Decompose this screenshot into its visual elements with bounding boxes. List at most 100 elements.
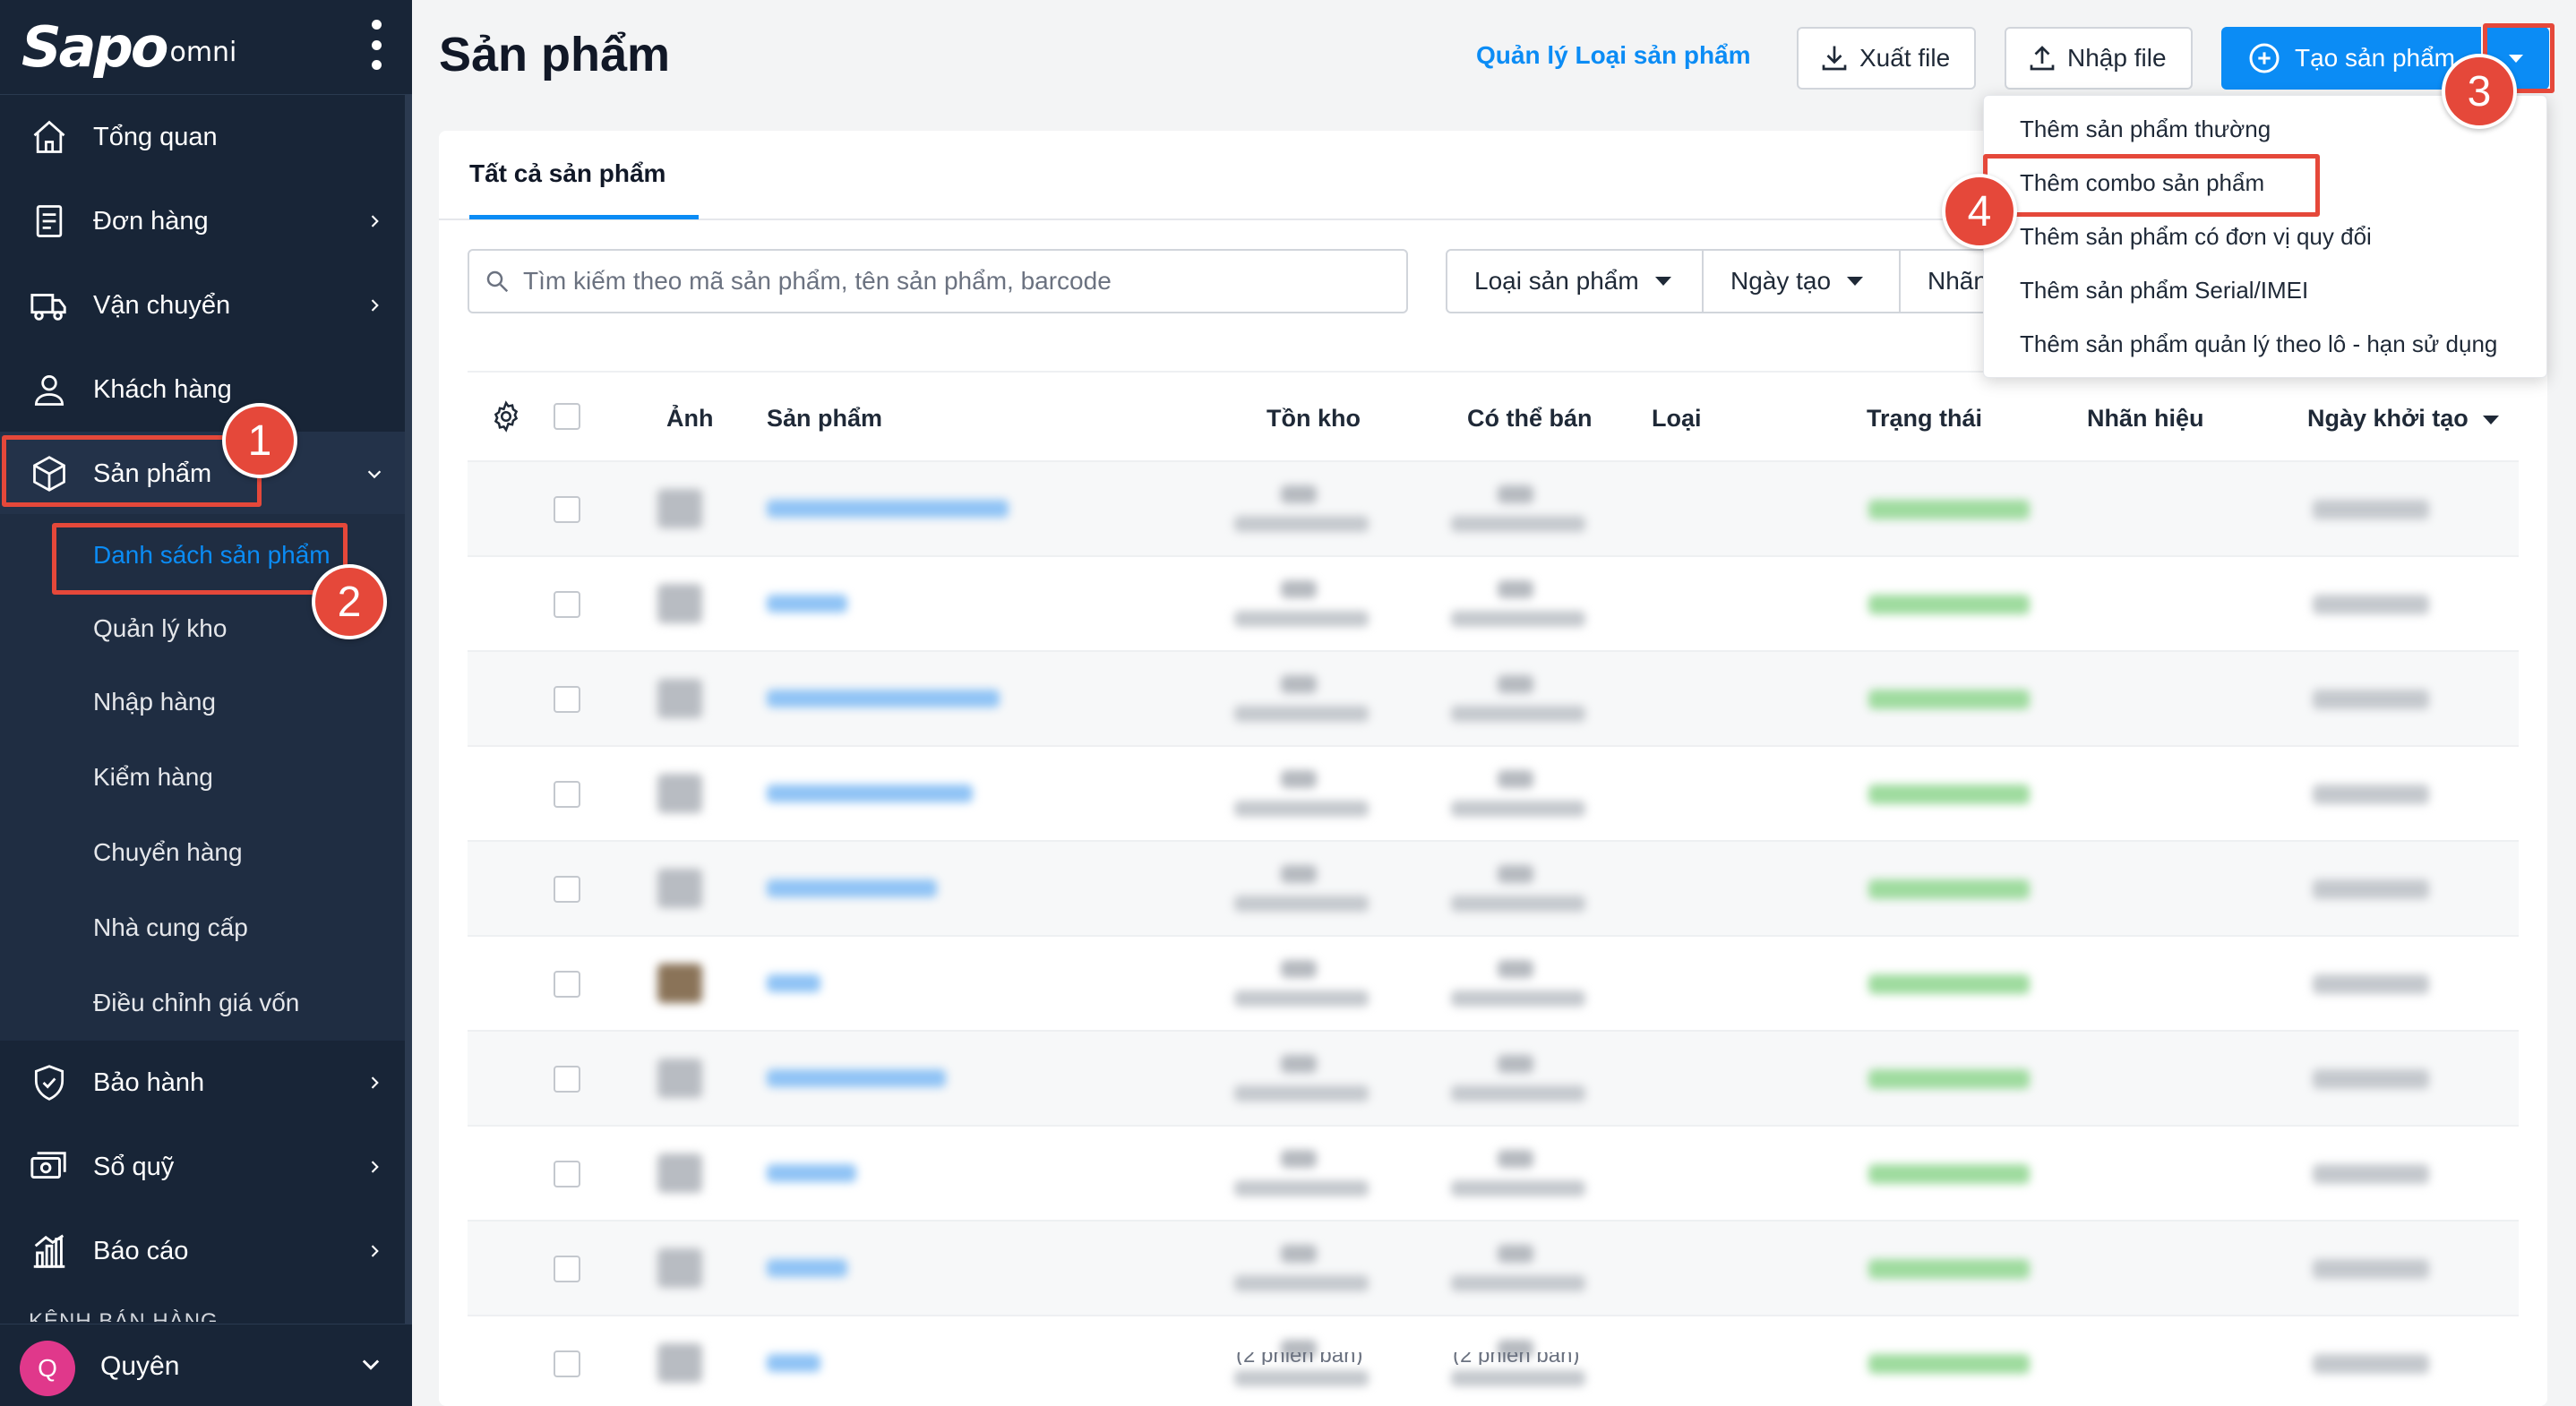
column-available[interactable]: Có thể bán	[1467, 405, 1593, 433]
product-name-link[interactable]	[767, 974, 820, 992]
column-type[interactable]: Loại	[1652, 405, 1702, 433]
row-checkbox[interactable]	[554, 686, 580, 713]
filter-created-date[interactable]: Ngày tạo	[1702, 249, 1901, 313]
sidebar-item-shipping[interactable]: Vận chuyển	[0, 263, 405, 347]
brand-logo[interactable]: Sapo omni	[21, 13, 236, 77]
submenu-item-purchase[interactable]: Nhập hàng	[93, 688, 216, 716]
submenu-item-suppliers[interactable]: Nhà cung cấp	[93, 913, 248, 942]
status-badge	[1868, 1164, 2030, 1184]
status-badge	[1868, 784, 2030, 804]
filter-product-type[interactable]: Loại sản phẩm	[1446, 249, 1704, 313]
row-checkbox[interactable]	[554, 591, 580, 618]
table-row[interactable]	[468, 1125, 2519, 1220]
column-image: Ảnh	[666, 405, 714, 432]
row-checkbox[interactable]	[554, 496, 580, 523]
export-file-button[interactable]: Xuất file	[1797, 27, 1976, 90]
submenu-item-inventory[interactable]: Quản lý kho	[93, 614, 227, 643]
search-input[interactable]	[523, 267, 1383, 296]
product-thumbnail	[657, 1059, 702, 1098]
sidebar-scrollbar[interactable]	[405, 95, 412, 1331]
product-name-link[interactable]	[767, 784, 973, 802]
create-product-button[interactable]: Tạo sản phẩm	[2221, 27, 2481, 90]
available-value	[1498, 1055, 1533, 1073]
column-brand[interactable]: Nhãn hiệu	[2087, 405, 2204, 433]
table-row[interactable]	[468, 1030, 2519, 1125]
sidebar-item-cashbook[interactable]: Sổ quỹ	[0, 1125, 405, 1209]
chevron-right-icon	[358, 1151, 391, 1183]
table-row[interactable]	[468, 1220, 2519, 1315]
menu-item-unit-product[interactable]: Thêm sản phẩm có đơn vị quy đổi	[2020, 223, 2372, 251]
row-checkbox[interactable]	[554, 971, 580, 998]
table-row[interactable]	[468, 650, 2519, 745]
select-all-checkbox[interactable]	[554, 403, 580, 430]
search-box[interactable]	[468, 249, 1408, 313]
product-name-link[interactable]	[767, 1259, 847, 1277]
table-row[interactable]	[468, 745, 2519, 840]
table-row[interactable]	[468, 460, 2519, 555]
product-name-link[interactable]	[767, 595, 847, 613]
product-name-link[interactable]	[767, 1069, 946, 1087]
stock-variants	[1234, 706, 1369, 722]
chevron-right-icon	[358, 1235, 391, 1267]
column-status[interactable]: Trạng thái	[1867, 405, 1982, 433]
menu-item-serial-product[interactable]: Thêm sản phẩm Serial/IMEI	[2020, 277, 2308, 304]
table-row[interactable]	[468, 555, 2519, 650]
sidebar-item-customers[interactable]: Khách hàng	[0, 347, 405, 432]
stock-variants	[1234, 1085, 1369, 1102]
menu-item-regular-product[interactable]: Thêm sản phẩm thường	[2020, 116, 2271, 143]
sidebar-item-warranty[interactable]: Bảo hành	[0, 1041, 405, 1125]
sidebar-item-overview[interactable]: Tổng quan	[0, 95, 405, 179]
available-variants	[1451, 706, 1585, 722]
column-stock[interactable]: Tồn kho	[1267, 405, 1361, 433]
import-file-button[interactable]: Nhập file	[2005, 27, 2193, 90]
available-variants	[1451, 516, 1585, 532]
created-date-value	[2313, 1354, 2429, 1374]
row-checkbox[interactable]	[554, 1350, 580, 1377]
step-badge-2: 2	[312, 564, 387, 639]
column-created-date[interactable]: Ngày khởi tạo	[2307, 405, 2499, 433]
chevron-down-icon	[358, 1351, 391, 1384]
created-date-value	[2313, 1069, 2429, 1089]
chevron-right-icon	[358, 289, 391, 321]
menu-item-lot-product[interactable]: Thêm sản phẩm quản lý theo lô - hạn sử d…	[2020, 330, 2497, 358]
product-name-link[interactable]	[767, 1354, 820, 1372]
created-date-value	[2313, 784, 2429, 804]
product-name-link[interactable]	[767, 690, 1000, 707]
row-checkbox[interactable]	[554, 1161, 580, 1187]
product-name-link[interactable]	[767, 500, 1009, 518]
table-row[interactable]	[468, 935, 2519, 1030]
column-created-date-label: Ngày khởi tạo	[2307, 405, 2469, 432]
submenu-item-transfer[interactable]: Chuyển hàng	[93, 838, 243, 867]
shield-icon	[27, 1060, 72, 1105]
product-name-link[interactable]	[767, 879, 937, 897]
product-name-link[interactable]	[767, 1164, 856, 1182]
stock-value	[1281, 485, 1317, 503]
status-badge	[1868, 1259, 2030, 1279]
available-variants	[1451, 1180, 1585, 1196]
gear-icon[interactable]	[489, 399, 523, 433]
sidebar-header: Sapo omni	[0, 0, 412, 95]
avatar: Q	[20, 1341, 75, 1396]
row-checkbox[interactable]	[554, 781, 580, 808]
sidebar-item-reports[interactable]: Báo cáo	[0, 1209, 405, 1293]
highlight-combo-item	[1983, 154, 2320, 217]
table-row[interactable]	[468, 840, 2519, 935]
row-checkbox[interactable]	[554, 1066, 580, 1093]
manage-product-types-link[interactable]: Quản lý Loại sản phẩm	[1476, 41, 1751, 70]
created-date-value	[2313, 1164, 2429, 1184]
row-checkbox[interactable]	[554, 1256, 580, 1282]
user-menu[interactable]: Q Quyên	[0, 1324, 412, 1406]
sidebar-item-label: Báo cáo	[93, 1236, 189, 1265]
product-thumbnail	[657, 869, 702, 908]
sidebar-item-orders[interactable]: Đơn hàng	[0, 179, 405, 263]
more-menu-icon[interactable]	[367, 20, 385, 70]
brand-suffix: omni	[169, 37, 237, 68]
plus-circle-icon	[2246, 40, 2282, 76]
submenu-item-cost-adjust[interactable]: Điều chỉnh giá vốn	[93, 989, 299, 1017]
available-variants	[1451, 801, 1585, 817]
column-product[interactable]: Sản phẩm	[767, 405, 882, 433]
tab-all-products[interactable]: Tất cả sản phẩm	[469, 159, 665, 188]
row-checkbox[interactable]	[554, 876, 580, 903]
submenu-item-stock-check[interactable]: Kiểm hàng	[93, 763, 213, 792]
stock-value	[1281, 1055, 1317, 1073]
